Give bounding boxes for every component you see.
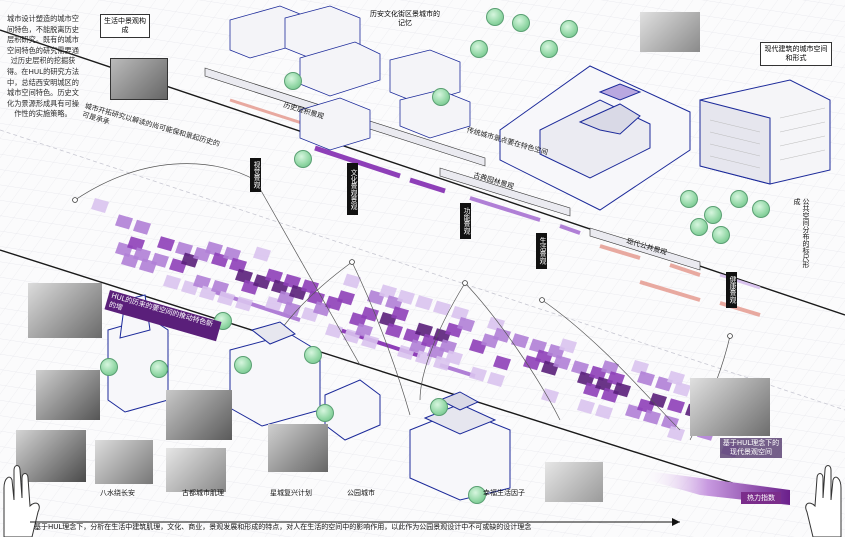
hul-concept-diagram: { "intro": "城市设计塑造的城市空间特色，不能脱离历史层积研究。既有的… [0,0,845,537]
photo-right-landscape [690,378,770,436]
photo-left-2 [36,370,100,420]
tree-icon [512,14,530,32]
caption-b: 古都城市肌理 [182,489,224,497]
photo-bottom-4 [166,448,226,492]
label-historic-block: 历安文化街区景城市的记忆 [370,10,440,27]
tree-icon [752,200,770,218]
tree-icon [284,72,302,90]
caption-a: 八水绕长安 [100,489,135,497]
tree-icon [304,346,322,364]
tree-icon [486,8,504,26]
tree-icon [470,40,488,58]
caption-e: 幸福生活因子 [483,489,525,497]
tree-icon [690,218,708,236]
label-life: 生活景观 [536,233,547,269]
label-modern-architecture: 现代建筑的城市空间和形式 [760,42,832,66]
public-space-label: 公共空间分布的标尺形成 [793,198,810,268]
label-cultural: 文化景观景观 [347,163,358,215]
photo-bottom-3 [166,390,232,440]
intro-text: 城市设计塑造的城市空间特色，不能脱离历史层积研究。既有的城市空间特色的研究需要通… [6,14,80,119]
tree-icon [432,88,450,106]
caption-d: 公园城市 [347,489,375,497]
photo-bottom-1 [16,430,86,482]
tree-icon [540,40,558,58]
tree-icon [704,206,722,224]
tree-icon [294,150,312,168]
legend-label: 热力指数 [741,492,781,504]
photo-top-right-city [640,12,700,52]
photo-left-1 [28,283,102,338]
tree-icon [234,356,252,374]
tree-icon [100,358,118,376]
tree-icon [730,190,748,208]
tree-icon [316,404,334,422]
photo-bottom-5 [268,424,328,472]
modern-building [699,79,831,185]
label-functional: 功能景观 [460,203,471,239]
label-life-landscape: 生活中景观构成 [100,14,150,38]
photo-top-left [110,58,168,100]
label-health: 健康景观 [726,272,737,308]
tree-icon [560,20,578,38]
footer-text: 基于HUL理念下，分析在生活中建筑肌理，文化、商业，景观发展和形成的特点，对人在… [34,523,532,531]
photo-bottom-2 [95,440,153,484]
tree-icon [712,226,730,244]
caption-c: 星城复兴计划 [270,489,312,497]
photo-bottom-6 [545,462,603,502]
tree-icon [430,398,448,416]
tree-icon [680,190,698,208]
label-visual: 视觉景观 [250,158,261,192]
modern-landscape-caption: 基于HUL理念下的现代景观空间 [720,438,782,458]
tree-icon [150,360,168,378]
